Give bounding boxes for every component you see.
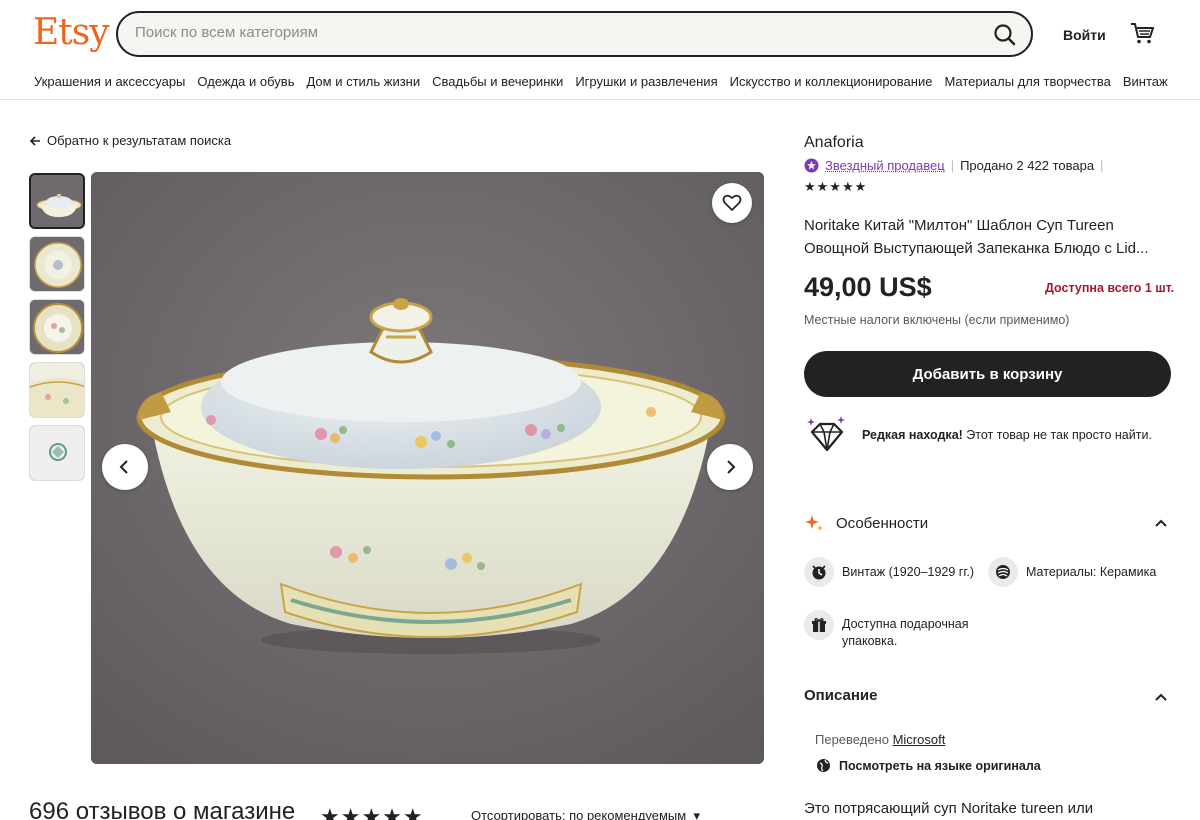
next-image-button[interactable] bbox=[707, 444, 753, 490]
feature-gift: Доступна подарочная упаковка. bbox=[804, 610, 968, 650]
diamond-sparkle-icon bbox=[806, 414, 848, 456]
category-link[interactable]: Игрушки и развлечения bbox=[575, 74, 717, 89]
prev-image-button[interactable] bbox=[102, 444, 148, 490]
description-toggle[interactable]: Описание bbox=[804, 687, 877, 704]
rim-detail-thumbnail-image bbox=[30, 363, 85, 418]
feature-vintage-label: Винтаж (1920–1929 гг.) bbox=[842, 565, 974, 579]
backstamp-thumbnail-image bbox=[30, 426, 85, 481]
translated-prefix: Переведено bbox=[815, 732, 893, 747]
chevron-up-icon[interactable] bbox=[1154, 516, 1168, 530]
site-header: Etsy Войти Украшения и аксессуары Одежда… bbox=[0, 0, 1200, 100]
seller-info: Звездный продавец | Продано 2 422 товара… bbox=[804, 158, 1103, 173]
features-toggle[interactable]: Особенности bbox=[804, 513, 928, 533]
thumbnail-strip bbox=[29, 173, 85, 481]
search-input[interactable] bbox=[135, 24, 975, 41]
category-nav: Украшения и аксессуары Одежда и обувь До… bbox=[34, 74, 1168, 89]
description-text: Это потрясающий суп Noritake tureen или bbox=[804, 800, 1093, 817]
favorite-button[interactable] bbox=[712, 183, 752, 223]
plate-top-thumbnail-image bbox=[30, 237, 85, 292]
star-seller-badge[interactable]: Звездный продавец bbox=[825, 158, 945, 173]
star-seller-icon bbox=[804, 158, 819, 173]
category-link[interactable]: Одежда и обувь bbox=[197, 74, 294, 89]
soup-tureen-image bbox=[91, 172, 764, 764]
feature-gift-text: Доступна подарочная упаковка. bbox=[842, 610, 968, 650]
chevron-left-icon bbox=[117, 459, 133, 475]
rare-find-banner: Редкая находка! Этот товар не так просто… bbox=[806, 414, 1152, 456]
search-bar[interactable] bbox=[116, 11, 1033, 57]
feature-vintage: Винтаж (1920–1929 гг.) bbox=[804, 557, 974, 587]
category-link[interactable]: Дом и стиль жизни bbox=[306, 74, 420, 89]
divider: | bbox=[1100, 158, 1103, 173]
signin-button[interactable]: Войти bbox=[1063, 27, 1106, 43]
product-title: Noritake Китай "Милтон" Шаблон Суп Turee… bbox=[804, 214, 1174, 260]
category-link[interactable]: Украшения и аксессуары bbox=[34, 74, 185, 89]
materials-icon bbox=[988, 557, 1018, 587]
heart-icon bbox=[722, 193, 742, 213]
clock-icon bbox=[804, 557, 834, 587]
shop-name-link[interactable]: Anaforia bbox=[804, 134, 864, 152]
shop-rating-stars[interactable]: ★★★★★ bbox=[804, 179, 867, 195]
thumbnail[interactable] bbox=[29, 236, 85, 292]
sparkle-icon bbox=[804, 513, 824, 533]
view-original-label: Посмотреть на языке оригинала bbox=[839, 759, 1041, 773]
search-icon[interactable] bbox=[989, 19, 1021, 51]
etsy-logo[interactable]: Etsy bbox=[33, 12, 109, 53]
category-link[interactable]: Искусство и коллекционирование bbox=[730, 74, 933, 89]
translation-note: Переведено Microsoft bbox=[815, 732, 945, 747]
tureen-thumbnail-image bbox=[31, 175, 85, 229]
sort-label: Отсортировать: по рекомендуемым bbox=[471, 808, 686, 820]
category-link[interactable]: Материалы для творчества bbox=[944, 74, 1110, 89]
chevron-right-icon bbox=[722, 459, 738, 475]
chevron-up-icon[interactable] bbox=[1154, 690, 1168, 704]
features-heading: Особенности bbox=[836, 515, 928, 532]
cart-icon[interactable] bbox=[1129, 20, 1155, 46]
back-link-label: Обратно к результатам поиска bbox=[47, 133, 231, 148]
thumbnail[interactable] bbox=[29, 362, 85, 418]
availability-note: Доступна всего 1 шт. bbox=[1045, 281, 1174, 295]
main-product-image[interactable] bbox=[91, 172, 764, 764]
product-price: 49,00 US$ bbox=[804, 272, 932, 303]
thumbnail[interactable] bbox=[29, 173, 85, 229]
thumbnail[interactable] bbox=[29, 425, 85, 481]
bowl-interior-thumbnail-image bbox=[30, 300, 85, 355]
microsoft-link[interactable]: Microsoft bbox=[893, 732, 946, 747]
sold-count: Продано 2 422 товара bbox=[960, 158, 1094, 173]
feature-materials-label: Материалы: Керамика bbox=[1026, 565, 1156, 579]
gift-icon bbox=[804, 610, 834, 640]
review-stars: ★★★★★ bbox=[320, 804, 424, 820]
feature-materials: Материалы: Керамика bbox=[988, 557, 1156, 587]
rare-find-bold: Редкая находка! bbox=[862, 428, 963, 442]
sort-dropdown[interactable]: Отсортировать: по рекомендуемым ▾ bbox=[471, 808, 700, 820]
feature-gift-line2: упаковка. bbox=[842, 633, 968, 650]
category-link[interactable]: Винтаж bbox=[1123, 74, 1168, 89]
feature-gift-line1: Доступна подарочная bbox=[842, 616, 968, 633]
globe-icon bbox=[816, 758, 831, 773]
rare-find-rest: Этот товар не так просто найти. bbox=[963, 428, 1152, 442]
category-link[interactable]: Свадьбы и вечеринки bbox=[432, 74, 563, 89]
view-original-button[interactable]: Посмотреть на языке оригинала bbox=[816, 758, 1041, 773]
arrow-left-icon bbox=[29, 135, 41, 147]
description-heading: Описание bbox=[804, 687, 877, 704]
rare-find-text: Редкая находка! Этот товар не так просто… bbox=[862, 428, 1152, 442]
divider: | bbox=[951, 158, 954, 173]
back-to-search-link[interactable]: Обратно к результатам поиска bbox=[29, 133, 231, 148]
shop-reviews-heading: 696 отзывов о магазине bbox=[29, 798, 295, 820]
caret-down-icon: ▾ bbox=[690, 808, 700, 820]
thumbnail[interactable] bbox=[29, 299, 85, 355]
add-to-cart-button[interactable]: Добавить в корзину bbox=[804, 351, 1171, 397]
tax-note: Местные налоги включены (если применимо) bbox=[804, 313, 1069, 327]
